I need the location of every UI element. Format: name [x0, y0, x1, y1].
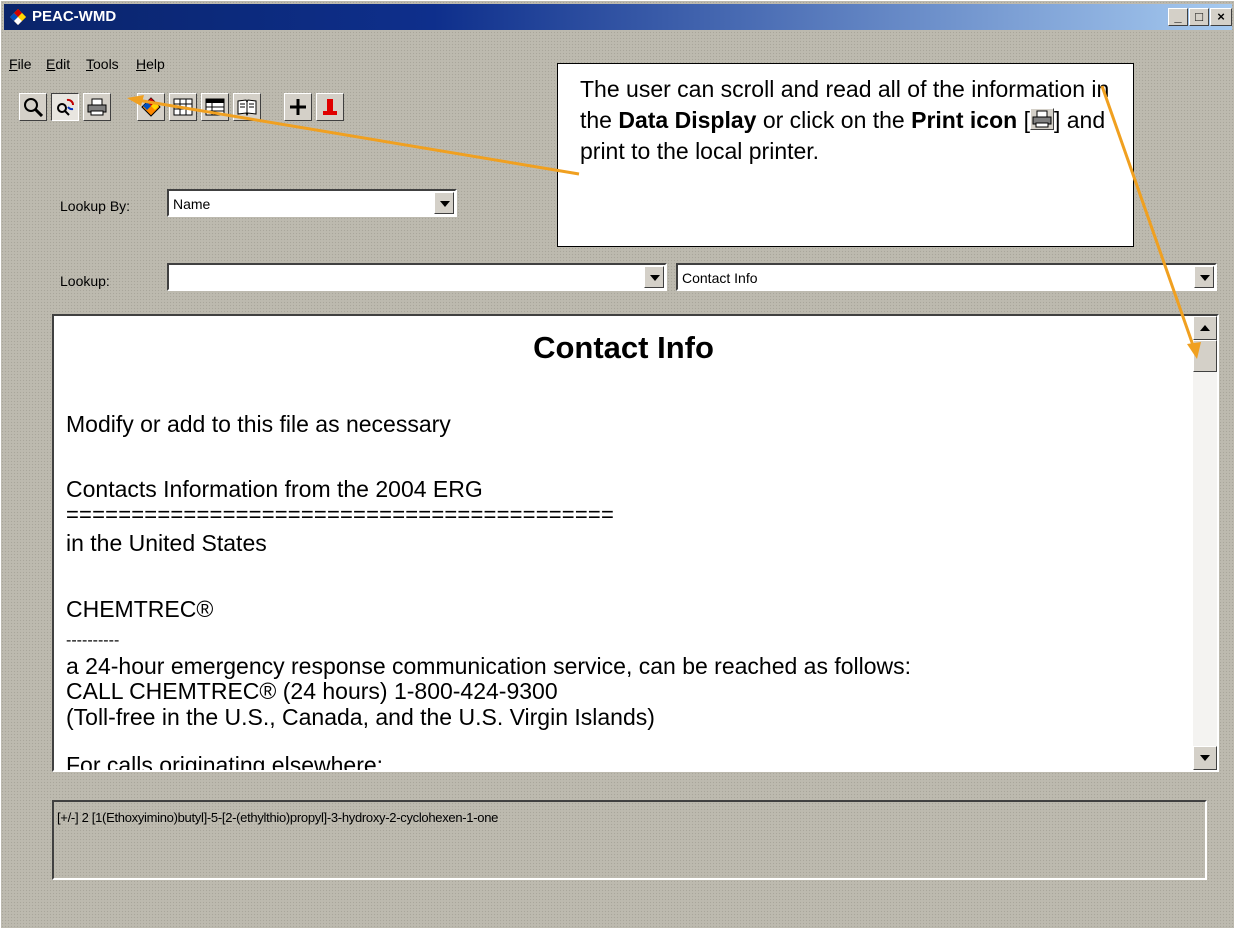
- add-button[interactable]: [284, 93, 312, 121]
- app-logo-icon: [10, 9, 26, 25]
- lookup-select[interactable]: [167, 263, 667, 291]
- scroll-down-button[interactable]: [1193, 746, 1217, 770]
- close-icon: ×: [1217, 9, 1225, 24]
- menu-edit[interactable]: Edit: [46, 56, 70, 72]
- lookup-by-select[interactable]: Name: [167, 189, 457, 217]
- window-title: PEAC-WMD: [32, 8, 117, 25]
- display-line: Contacts Information from the 2004 ERG: [66, 476, 483, 502]
- data-display[interactable]: Contact Info Modify or add to this file …: [52, 314, 1219, 772]
- red-tool-button[interactable]: [316, 93, 344, 121]
- scroll-thumb[interactable]: [1193, 340, 1217, 372]
- close-button[interactable]: ×: [1210, 8, 1232, 26]
- scroll-up-button[interactable]: [1193, 316, 1217, 340]
- table-icon: [173, 98, 193, 116]
- callout-box: The user can scroll and read all of the …: [557, 63, 1134, 247]
- chemical-name: [+/-] 2 [1(Ethoxyimino)butyl]-5-[2-(ethy…: [57, 810, 499, 825]
- hazard-button[interactable]: [137, 93, 165, 121]
- callout-text: The user can scroll and read all of the …: [580, 76, 1110, 164]
- table-alt-button[interactable]: [201, 93, 229, 121]
- display-line: a 24-hour emergency response communicati…: [66, 653, 912, 679]
- magnifier-icon: [24, 98, 43, 117]
- hazard-diamond-icon: [141, 97, 161, 117]
- print-button[interactable]: [83, 93, 111, 121]
- display-line: Modify or add to this file as necessary: [66, 411, 451, 437]
- maximize-icon: □: [1195, 9, 1203, 24]
- chemical-name-field: [+/-] 2 [1(Ethoxyimino)butyl]-5-[2-(ethy…: [52, 800, 1207, 880]
- title-bar[interactable]: PEAC-WMD _ □ ×: [4, 4, 1232, 30]
- red-tool-icon: [323, 99, 337, 115]
- app-window: PEAC-WMD _ □ × File Edit Tools Help Look…: [0, 0, 1234, 928]
- table-button[interactable]: [169, 93, 197, 121]
- printer-icon: [87, 98, 107, 116]
- magnifier-button[interactable]: [19, 93, 47, 121]
- display-line: CHEMTREC®: [66, 596, 214, 622]
- plus-icon: [290, 99, 306, 115]
- search-refresh-icon: [57, 98, 74, 116]
- chevron-down-icon[interactable]: [1194, 266, 1214, 288]
- category-value: Contact Info: [682, 270, 758, 286]
- menu-tools[interactable]: Tools: [86, 56, 119, 72]
- lookup-by-label: Lookup By:: [60, 198, 131, 214]
- maximize-button[interactable]: □: [1189, 8, 1209, 26]
- lookup-label: Lookup:: [60, 273, 110, 289]
- chevron-down-icon[interactable]: [644, 266, 664, 288]
- arrow-to-print-icon: [130, 97, 580, 176]
- display-line: For calls originating elsewhere:: [66, 752, 384, 772]
- minimize-icon: _: [1174, 9, 1182, 24]
- menu-help[interactable]: Help: [136, 56, 165, 72]
- search-refresh-button[interactable]: [51, 93, 79, 121]
- chevron-down-icon[interactable]: [434, 192, 454, 214]
- printer-icon: [1029, 108, 1054, 130]
- display-line: in the United States: [66, 530, 267, 556]
- display-title: Contact Info: [533, 330, 714, 365]
- minimize-button[interactable]: _: [1168, 8, 1188, 26]
- display-line: ========================================…: [66, 502, 615, 527]
- book-button[interactable]: [233, 93, 261, 121]
- book-icon: [237, 99, 257, 117]
- category-select[interactable]: Contact Info: [676, 263, 1217, 291]
- lookup-by-value: Name: [173, 196, 211, 212]
- display-line: (Toll-free in the U.S., Canada, and the …: [66, 704, 655, 730]
- table-alt-icon: [205, 98, 225, 116]
- display-line: ----------: [66, 632, 120, 649]
- display-line: CALL CHEMTREC® (24 hours) 1-800-424-9300: [66, 678, 558, 704]
- vertical-scrollbar[interactable]: [1193, 316, 1217, 770]
- menu-file[interactable]: File: [9, 56, 32, 72]
